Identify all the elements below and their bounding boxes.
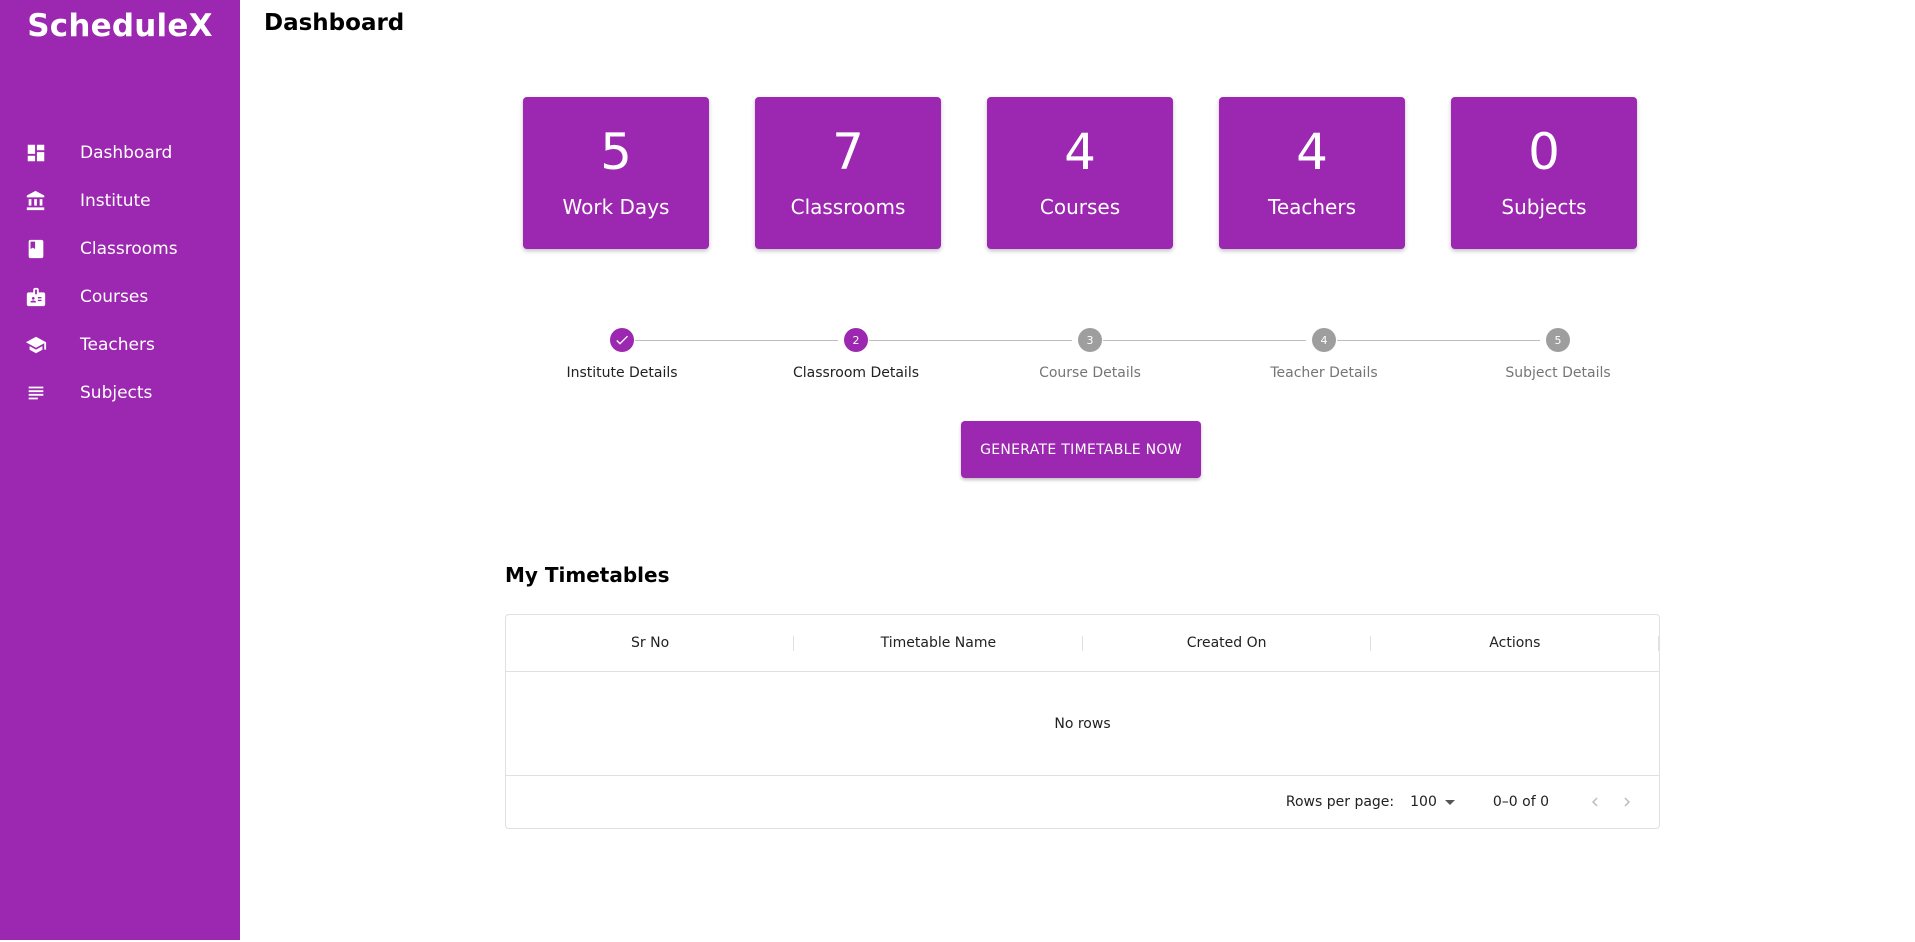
stat-card-work-days: 5 Work Days	[523, 97, 709, 249]
sidebar-item-dashboard[interactable]: Dashboard	[0, 129, 240, 177]
institution-icon	[24, 189, 48, 213]
step-institute-details[interactable]: Institute Details	[542, 328, 702, 381]
pagination-controls	[1579, 786, 1643, 818]
brand-logo[interactable]: ScheduleX	[0, 8, 240, 44]
column-header-created-on[interactable]: Created On	[1083, 615, 1371, 671]
column-header-label: Sr No	[631, 635, 670, 651]
stat-value: 4	[1064, 123, 1096, 181]
rows-per-page-select[interactable]: 100	[1410, 794, 1455, 810]
next-page-button[interactable]	[1611, 786, 1643, 818]
stat-card-classrooms: 7 Classrooms	[755, 97, 941, 249]
sidebar-item-classrooms[interactable]: Classrooms	[0, 225, 240, 273]
stat-card-courses: 4 Courses	[987, 97, 1173, 249]
step-number: 2	[844, 328, 868, 352]
stat-value: 7	[832, 123, 864, 181]
badge-icon	[24, 285, 48, 309]
page-title: Dashboard	[264, 10, 405, 36]
dashboard-icon	[24, 141, 48, 165]
check-icon	[610, 328, 634, 352]
setup-stepper: Institute Details 2 Classroom Details 3 …	[0, 328, 1915, 398]
stat-label: Teachers	[1268, 195, 1356, 219]
step-number: 4	[1312, 328, 1336, 352]
timetables-table: Sr No Timetable Name Created On Actions …	[505, 614, 1660, 829]
sidebar-item-institute[interactable]: Institute	[0, 177, 240, 225]
column-header-label: Actions	[1489, 635, 1541, 651]
table-header: Sr No Timetable Name Created On Actions	[506, 615, 1659, 672]
stat-card-teachers: 4 Teachers	[1219, 97, 1405, 249]
sidebar-item-label: Courses	[80, 287, 149, 307]
stat-label: Work Days	[562, 195, 670, 219]
column-header-actions[interactable]: Actions	[1371, 615, 1659, 671]
step-classroom-details[interactable]: 2 Classroom Details	[776, 328, 936, 381]
step-course-details[interactable]: 3 Course Details	[1010, 328, 1170, 381]
stat-label: Subjects	[1501, 195, 1587, 219]
stat-card-subjects: 0 Subjects	[1451, 97, 1637, 249]
empty-state-text: No rows	[1054, 715, 1111, 732]
pagination-range: 0–0 of 0	[1492, 794, 1549, 810]
step-label: Teacher Details	[1270, 365, 1378, 381]
table-pagination: Rows per page: 100 0–0 of 0	[506, 776, 1659, 828]
stat-label: Courses	[1039, 195, 1121, 219]
step-label: Classroom Details	[792, 365, 920, 381]
step-teacher-details[interactable]: 4 Teacher Details	[1244, 328, 1404, 381]
rows-per-page-value: 100	[1410, 794, 1437, 810]
step-label: Institute Details	[566, 365, 678, 381]
sidebar-item-label: Institute	[80, 191, 151, 211]
stat-value: 5	[600, 123, 632, 181]
column-header-sr-no[interactable]: Sr No	[506, 615, 795, 671]
step-label: Course Details	[1039, 365, 1141, 381]
table-body: No rows	[506, 672, 1659, 776]
column-header-label: Timetable Name	[880, 635, 997, 651]
rows-per-page-label: Rows per page:	[1285, 794, 1395, 810]
sidebar-item-label: Dashboard	[80, 143, 173, 163]
stat-label: Classrooms	[790, 195, 906, 219]
step-subject-details[interactable]: 5 Subject Details	[1478, 328, 1638, 381]
column-header-label: Created On	[1186, 635, 1267, 651]
dropdown-arrow-icon	[1444, 799, 1455, 805]
sidebar-item-courses[interactable]: Courses	[0, 273, 240, 321]
stat-cards: 5 Work Days 7 Classrooms 4 Courses 4 Tea…	[523, 97, 1637, 249]
generate-timetable-button[interactable]: GENERATE TIMETABLE NOW	[961, 421, 1201, 478]
app-root: ScheduleX Dashboard Institute Classrooms	[0, 0, 1915, 942]
stat-value: 4	[1296, 123, 1328, 181]
step-number: 5	[1546, 328, 1570, 352]
chevron-left-icon	[1592, 797, 1598, 807]
step-number: 3	[1078, 328, 1102, 352]
stat-value: 0	[1528, 123, 1560, 181]
sidebar: ScheduleX Dashboard Institute Classrooms	[0, 0, 240, 940]
column-header-timetable-name[interactable]: Timetable Name	[794, 615, 1083, 671]
timetables-title: My Timetables	[505, 563, 670, 587]
column-separator[interactable]	[1658, 636, 1659, 651]
chevron-right-icon	[1624, 797, 1630, 807]
previous-page-button[interactable]	[1579, 786, 1611, 818]
step-label: Subject Details	[1505, 365, 1611, 381]
book-icon	[24, 237, 48, 261]
sidebar-item-label: Classrooms	[80, 239, 178, 259]
